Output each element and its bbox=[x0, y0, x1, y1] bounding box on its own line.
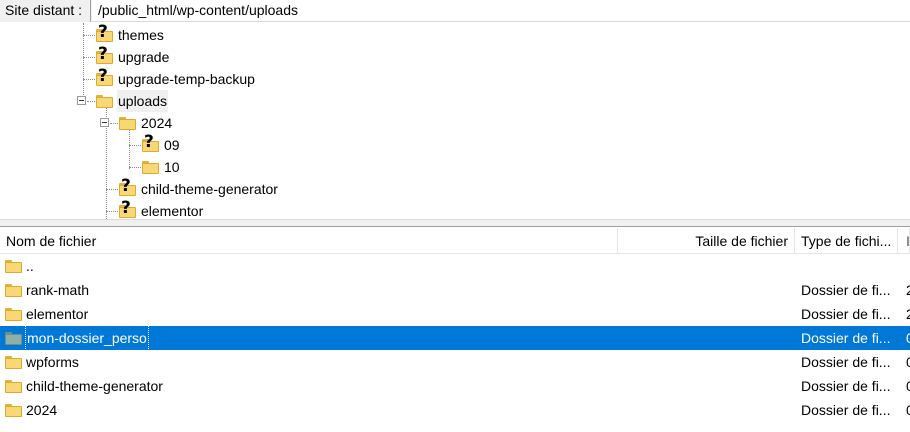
column-header-filename[interactable]: Nom de fichier bbox=[0, 228, 618, 254]
list-item-parent[interactable]: .. bbox=[0, 254, 910, 278]
tree-connector bbox=[129, 145, 141, 146]
file-name: 2024 bbox=[26, 402, 58, 418]
folder-icon bbox=[141, 158, 159, 176]
list-item[interactable]: 2024 Dossier de fi... 0 bbox=[0, 398, 910, 422]
list-item[interactable]: rank-math Dossier de fi... 2 bbox=[0, 278, 910, 302]
file-type: Dossier de fi... bbox=[801, 354, 891, 370]
list-item[interactable]: wpforms Dossier de fi... 0 bbox=[0, 350, 910, 374]
tree-item-uploads[interactable]: uploads bbox=[95, 90, 169, 112]
file-extra: 0 bbox=[906, 402, 910, 418]
unknown-folder-icon: ? bbox=[95, 44, 113, 66]
tree-connector bbox=[106, 189, 118, 190]
folder-icon bbox=[4, 330, 22, 346]
tree-connector bbox=[110, 123, 118, 124]
file-name-cell: mon-dossier_perso bbox=[4, 326, 614, 350]
folder-icon bbox=[4, 306, 22, 322]
file-extra: 2 bbox=[906, 306, 910, 322]
column-header-filetype[interactable]: Type de fichi... bbox=[795, 228, 898, 254]
list-item-selected[interactable]: mon-dossier_perso Dossier de fi... 0 bbox=[0, 326, 910, 350]
folder-icon bbox=[4, 282, 22, 298]
file-name-cell: elementor bbox=[4, 302, 614, 326]
unknown-folder-icon: ? bbox=[141, 132, 159, 154]
tree-item-10[interactable]: 10 bbox=[141, 156, 181, 178]
collapse-2024-button[interactable] bbox=[100, 118, 109, 127]
tree-item-upgrade[interactable]: ? upgrade bbox=[95, 44, 170, 68]
file-name-cell: .. bbox=[4, 254, 614, 278]
tree-connector bbox=[106, 211, 118, 212]
file-name-cell: 2024 bbox=[4, 398, 614, 422]
tree-connector bbox=[129, 167, 141, 168]
tree-item-label: child-theme-generator bbox=[141, 181, 278, 197]
file-name: child-theme-generator bbox=[26, 378, 163, 394]
file-name-cell: rank-math bbox=[4, 278, 614, 302]
file-extra bbox=[906, 254, 910, 278]
tree-item-elementor[interactable]: ? elementor bbox=[118, 198, 204, 219]
tree-item-label: elementor bbox=[141, 203, 204, 219]
file-extra: 0 bbox=[906, 354, 910, 370]
file-name: elementor bbox=[26, 306, 89, 322]
tree-item-label: 09 bbox=[164, 137, 180, 153]
tree-item-label: themes bbox=[118, 27, 164, 43]
file-type: Dossier de fi... bbox=[801, 306, 891, 322]
column-header-filesize[interactable]: Taille de fichier bbox=[618, 228, 795, 254]
tree-item-themes[interactable]: ? themes bbox=[95, 23, 165, 46]
tree-item-label: uploads bbox=[117, 90, 169, 112]
folder-icon bbox=[4, 258, 22, 274]
remote-site-bar: Site distant : /public_html/wp-content/u… bbox=[0, 0, 910, 22]
tree-item-child-theme-generator[interactable]: ? child-theme-generator bbox=[118, 176, 279, 200]
file-name-cell: wpforms bbox=[4, 350, 614, 374]
unknown-folder-icon: ? bbox=[118, 176, 136, 198]
list-item[interactable]: elementor Dossier de fi... 2 bbox=[0, 302, 910, 326]
tree-connector bbox=[87, 101, 95, 102]
file-name-cell: child-theme-generator bbox=[4, 374, 614, 398]
collapse-uploads-button[interactable] bbox=[77, 96, 86, 105]
remote-path-input[interactable]: /public_html/wp-content/uploads bbox=[92, 0, 910, 22]
file-extra: 0 bbox=[906, 378, 910, 394]
tree-connector bbox=[83, 57, 95, 58]
file-name: mon-dossier_perso bbox=[25, 326, 149, 350]
tree-item-09[interactable]: ? 09 bbox=[141, 132, 181, 156]
file-name: .. bbox=[26, 258, 34, 274]
tree-connector bbox=[83, 79, 95, 80]
file-type: Dossier de fi... bbox=[801, 402, 891, 418]
tree-item-label: 2024 bbox=[141, 115, 173, 131]
tree-item-upgrade-temp-backup[interactable]: ? upgrade-temp-backup bbox=[95, 66, 256, 90]
unknown-folder-icon: ? bbox=[95, 23, 113, 44]
remote-site-label: Site distant : bbox=[0, 0, 91, 22]
tree-connector bbox=[83, 35, 95, 36]
tree-item-2024[interactable]: 2024 bbox=[118, 112, 173, 134]
file-type: Dossier de fi... bbox=[801, 330, 891, 346]
folder-icon bbox=[4, 402, 22, 418]
folder-icon bbox=[4, 354, 22, 370]
file-name: rank-math bbox=[26, 282, 90, 298]
unknown-folder-icon: ? bbox=[95, 66, 113, 88]
file-name: wpforms bbox=[26, 354, 79, 370]
column-header-extra[interactable]: I bbox=[898, 228, 910, 254]
remote-directory-tree: ? themes ? upgrade ? upgrade-temp-backup… bbox=[0, 23, 910, 219]
unknown-folder-icon: ? bbox=[118, 198, 136, 219]
list-item[interactable]: child-theme-generator Dossier de fi... 0 bbox=[0, 374, 910, 398]
file-type: Dossier de fi... bbox=[801, 282, 891, 298]
pane-splitter[interactable] bbox=[0, 219, 910, 227]
folder-icon bbox=[95, 92, 113, 110]
tree-item-label: upgrade-temp-backup bbox=[118, 71, 255, 87]
file-type bbox=[801, 254, 897, 278]
tree-item-label: upgrade bbox=[118, 49, 170, 65]
file-extra: 0 bbox=[906, 330, 910, 346]
folder-icon bbox=[118, 114, 136, 132]
folder-icon bbox=[4, 378, 22, 394]
file-type: Dossier de fi... bbox=[801, 378, 891, 394]
tree-connector bbox=[129, 129, 130, 169]
file-list-header: Nom de fichier Taille de fichier Type de… bbox=[0, 228, 910, 254]
tree-item-label: 10 bbox=[164, 159, 180, 175]
file-extra: 2 bbox=[906, 282, 910, 298]
